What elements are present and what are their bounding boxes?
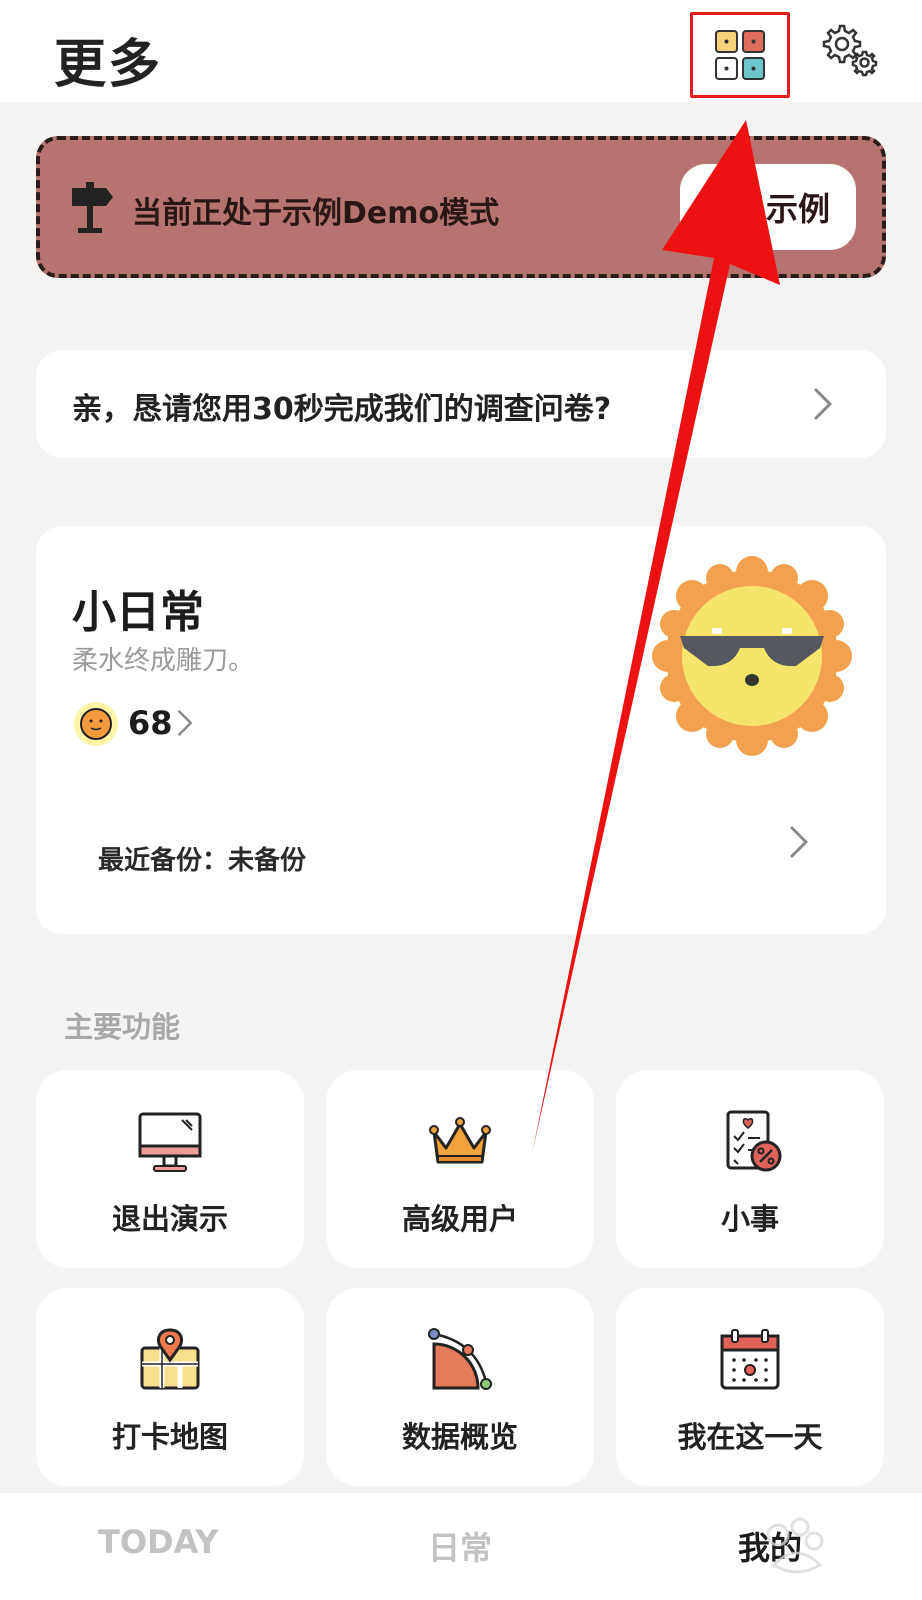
- feature-tile-checkin-map[interactable]: 打卡地图: [36, 1288, 304, 1486]
- chevron-right-icon[interactable]: [788, 824, 810, 860]
- calendar-icon: [720, 1329, 780, 1390]
- feature-label: 我在这一天: [677, 1420, 823, 1454]
- feature-label: 小事: [720, 1202, 779, 1236]
- top-bar: 更多: [0, 0, 922, 102]
- map-pin-icon: [140, 1328, 200, 1390]
- feature-label: 打卡地图: [111, 1420, 228, 1454]
- feature-label: 高级用户: [401, 1202, 518, 1236]
- backup-status[interactable]: 最近备份：未备份: [98, 840, 306, 877]
- sunglasses-sun-avatar: [652, 556, 852, 756]
- gear-icon: [822, 24, 878, 77]
- sun-points-icon[interactable]: [72, 700, 120, 748]
- watermark-logo: [766, 1517, 824, 1574]
- tab-daily[interactable]: 日常: [428, 1523, 492, 1569]
- grid-icon: [715, 30, 765, 80]
- monitor-icon: [138, 1112, 202, 1172]
- survey-card[interactable]: 亲，恳请您用30秒完成我们的调查问卷?: [36, 350, 886, 458]
- profile-name: 小日常: [72, 587, 204, 638]
- section-title-main-features: 主要功能: [64, 1010, 181, 1044]
- feature-tile-exit-demo[interactable]: 退出演示: [36, 1070, 304, 1268]
- tab-today[interactable]: TODAY: [98, 1523, 218, 1561]
- bottom-tab-bar: TODAY 日常 我的: [0, 1492, 922, 1600]
- chevron-right-icon[interactable]: [176, 708, 194, 738]
- feature-label: 退出演示: [111, 1202, 228, 1236]
- demo-mode-banner: 当前正处于示例Demo模式 出示例: [36, 136, 886, 278]
- crown-icon: [429, 1117, 491, 1164]
- checklist-icon: [726, 1110, 782, 1172]
- feature-label: 数据概览: [401, 1420, 518, 1454]
- feature-tile-on-this-day[interactable]: 我在这一天: [616, 1288, 884, 1486]
- feature-tile-data-overview[interactable]: 数据概览: [326, 1288, 594, 1486]
- profile-motto: 柔水终成雕刀。: [72, 646, 255, 676]
- page-title: 更多: [54, 35, 163, 95]
- settings-button[interactable]: [820, 22, 880, 82]
- chevron-right-icon: [814, 388, 832, 420]
- chart-curve-icon: [428, 1328, 492, 1390]
- profile-card: 小日常 柔水终成雕刀。 68 最近备份：未备份: [36, 526, 886, 934]
- signpost-icon: [72, 182, 113, 233]
- demo-mode-text: 当前正处于示例Demo模式: [132, 196, 500, 231]
- feature-tile-small-things[interactable]: 小事: [616, 1070, 884, 1268]
- feature-tile-premium[interactable]: 高级用户: [326, 1070, 594, 1268]
- sun-points-count[interactable]: 68: [128, 704, 173, 742]
- exit-demo-button[interactable]: 出示例: [680, 164, 856, 250]
- grid-button[interactable]: [690, 12, 790, 98]
- survey-text: 亲，恳请您用30秒完成我们的调查问卷?: [72, 392, 612, 427]
